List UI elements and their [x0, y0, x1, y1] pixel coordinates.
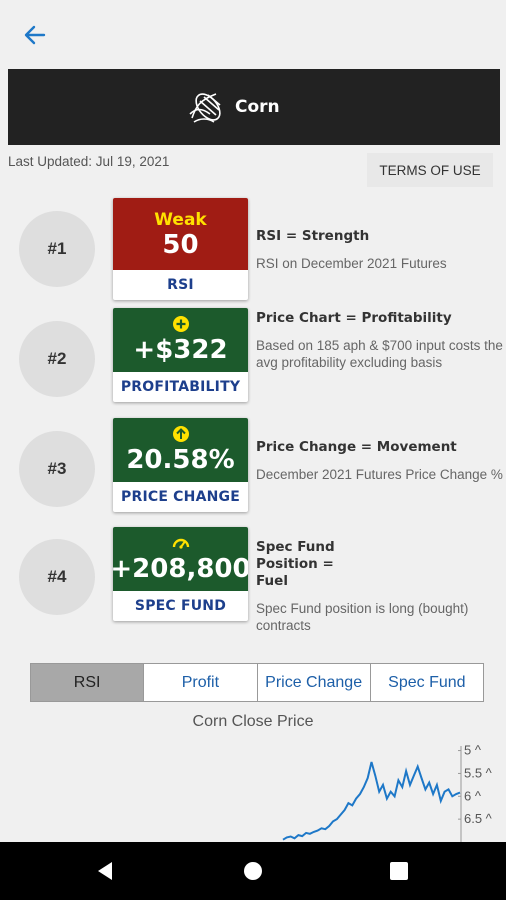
metric-row-spec-fund: #4 +208,800 SPEC FUND Spec Fund Position… [0, 527, 506, 634]
y-tick-label: 5.5 ^ [464, 765, 493, 780]
arrow-left-icon [24, 25, 46, 45]
arrow-up-circle-icon [172, 426, 189, 442]
corn-icon [189, 93, 221, 123]
price-change-card[interactable]: 20.58% PRICE CHANGE [113, 418, 248, 512]
plus-circle-icon [172, 316, 189, 332]
profitability-description: Based on 185 aph & $700 input costs the … [256, 338, 503, 370]
price-series-line [282, 761, 461, 841]
y-tick-label: 6 ^ [464, 788, 482, 803]
tab-rsi[interactable]: RSI [31, 664, 144, 701]
recents-nav-icon[interactable] [384, 856, 414, 886]
metric-row-price-change: #3 20.58% PRICE CHANGE Price Change = Mo… [0, 417, 506, 521]
price-change-value: 20.58% [126, 445, 235, 475]
spec-fund-card[interactable]: +208,800 SPEC FUND [113, 527, 248, 621]
last-updated: Last Updated: Jul 19, 2021 [8, 154, 170, 169]
profitability-heading: Price Chart = Profitability [256, 310, 452, 326]
gauge-icon [172, 538, 189, 549]
spec-fund-label: SPEC FUND [134, 598, 227, 614]
rsi-status: Weak [154, 210, 207, 230]
profitability-info: Price Chart = Profitability Based on 185… [256, 310, 504, 371]
home-nav-icon[interactable] [238, 856, 268, 886]
y-tick-label: 5 ^ [464, 743, 482, 758]
price-change-label: PRICE CHANGE [121, 489, 240, 505]
tab-profit[interactable]: Profit [143, 664, 257, 701]
rank-badge: #4 [19, 539, 95, 615]
spec-fund-description: Spec Fund position is long (bought) cont… [256, 601, 469, 633]
rsi-info: RSI = Strength RSI on December 2021 Futu… [256, 228, 504, 272]
rank-badge: #3 [19, 431, 95, 507]
y-tick-label: 6.5 ^ [464, 811, 493, 826]
metric-row-profitability: #2 +$322 PROFITABILITY Price Chart = Pro… [0, 307, 506, 411]
rank-badge: #2 [19, 321, 95, 397]
terms-of-use-button[interactable]: TERMS OF USE [367, 153, 493, 187]
chart-tabs: RSI Profit Price Change Spec Fund [30, 663, 484, 702]
profitability-label: PROFITABILITY [120, 379, 241, 395]
price-chart: 6.5 ^ 6 ^ 5.5 ^ 5 ^ [282, 743, 493, 842]
rsi-card[interactable]: Weak 50 RSI [113, 198, 248, 300]
rsi-label: RSI [167, 277, 194, 293]
spec-fund-heading: Spec Fund Position = Fuel [256, 539, 335, 589]
commodity-name: Corn [235, 97, 280, 117]
profitability-value: +$322 [133, 335, 228, 365]
chart-title: Corn Close Price [192, 713, 314, 730]
rsi-value: 50 [162, 230, 199, 260]
rsi-heading: RSI = Strength [256, 228, 370, 244]
back-nav-icon[interactable] [90, 856, 120, 886]
price-change-heading: Price Change = Movement [256, 439, 457, 455]
price-change-description: December 2021 Futures Price Change % [256, 467, 503, 482]
rank-badge: #1 [19, 211, 95, 287]
tab-spec-fund[interactable]: Spec Fund [369, 664, 483, 701]
commodity-header: Corn [8, 69, 500, 145]
spec-fund-info: Spec Fund Position = Fuel Spec Fund posi… [256, 539, 504, 634]
profitability-card[interactable]: +$322 PROFITABILITY [113, 308, 248, 402]
price-change-info: Price Change = Movement December 2021 Fu… [256, 439, 504, 483]
tab-price-change[interactable]: Price Change [256, 664, 370, 701]
metric-row-rsi: #1 Weak 50 RSI RSI = Strength RSI on Dec… [0, 197, 506, 301]
system-nav-bar [0, 842, 506, 900]
rsi-description: RSI on December 2021 Futures [256, 256, 447, 271]
spec-fund-value: +208,800 [113, 554, 248, 584]
back-button[interactable] [20, 20, 50, 50]
